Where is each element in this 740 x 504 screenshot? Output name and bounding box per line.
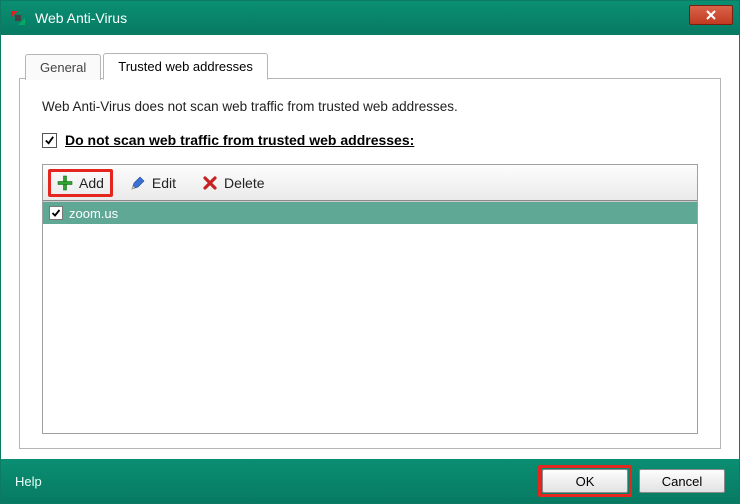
titlebar: Web Anti-Virus [1, 1, 739, 35]
tab-general-label: General [40, 60, 86, 75]
list-item-label: zoom.us [69, 206, 118, 221]
list-toolbar: Add Edit Delete [43, 165, 697, 201]
tabs: General Trusted web addresses [25, 51, 721, 79]
cancel-label: Cancel [662, 474, 702, 489]
tab-general[interactable]: General [25, 54, 101, 80]
tab-trusted-label: Trusted web addresses [118, 59, 253, 74]
do-not-scan-checkbox[interactable]: Do not scan web traffic from trusted web… [42, 132, 698, 148]
do-not-scan-label: Do not scan web traffic from trusted web… [65, 132, 414, 148]
trusted-list[interactable]: zoom.us [43, 201, 697, 433]
add-label: Add [79, 175, 104, 191]
edit-button[interactable]: Edit [124, 172, 182, 194]
app-icon [9, 9, 27, 27]
tab-panel: Web Anti-Virus does not scan web traffic… [19, 78, 721, 449]
tab-trusted-addresses[interactable]: Trusted web addresses [103, 53, 268, 80]
description-text: Web Anti-Virus does not scan web traffic… [42, 99, 698, 114]
window-title: Web Anti-Virus [35, 10, 127, 26]
footer: Help OK Cancel [1, 459, 739, 503]
delete-label: Delete [224, 175, 264, 191]
ok-label: OK [576, 474, 595, 489]
window: Web Anti-Virus General Trusted web addre… [0, 0, 740, 504]
delete-icon [202, 175, 218, 191]
content-area: General Trusted web addresses Web Anti-V… [1, 35, 739, 459]
trusted-list-container: Add Edit Delete [42, 164, 698, 434]
ok-button[interactable]: OK [542, 469, 628, 493]
ok-button-highlight: OK [538, 465, 632, 497]
cancel-button[interactable]: Cancel [639, 469, 725, 493]
check-icon [44, 135, 55, 146]
list-item-checkbox[interactable] [49, 206, 63, 220]
checkbox-box [42, 133, 57, 148]
pencil-icon [130, 175, 146, 191]
delete-button[interactable]: Delete [196, 172, 270, 194]
edit-label: Edit [152, 175, 176, 191]
close-button[interactable] [689, 5, 733, 25]
help-link[interactable]: Help [15, 474, 42, 489]
add-button[interactable]: Add [48, 169, 113, 197]
list-item[interactable]: zoom.us [43, 202, 697, 224]
close-icon [706, 10, 716, 20]
check-icon [51, 208, 61, 218]
plus-icon [57, 175, 73, 191]
